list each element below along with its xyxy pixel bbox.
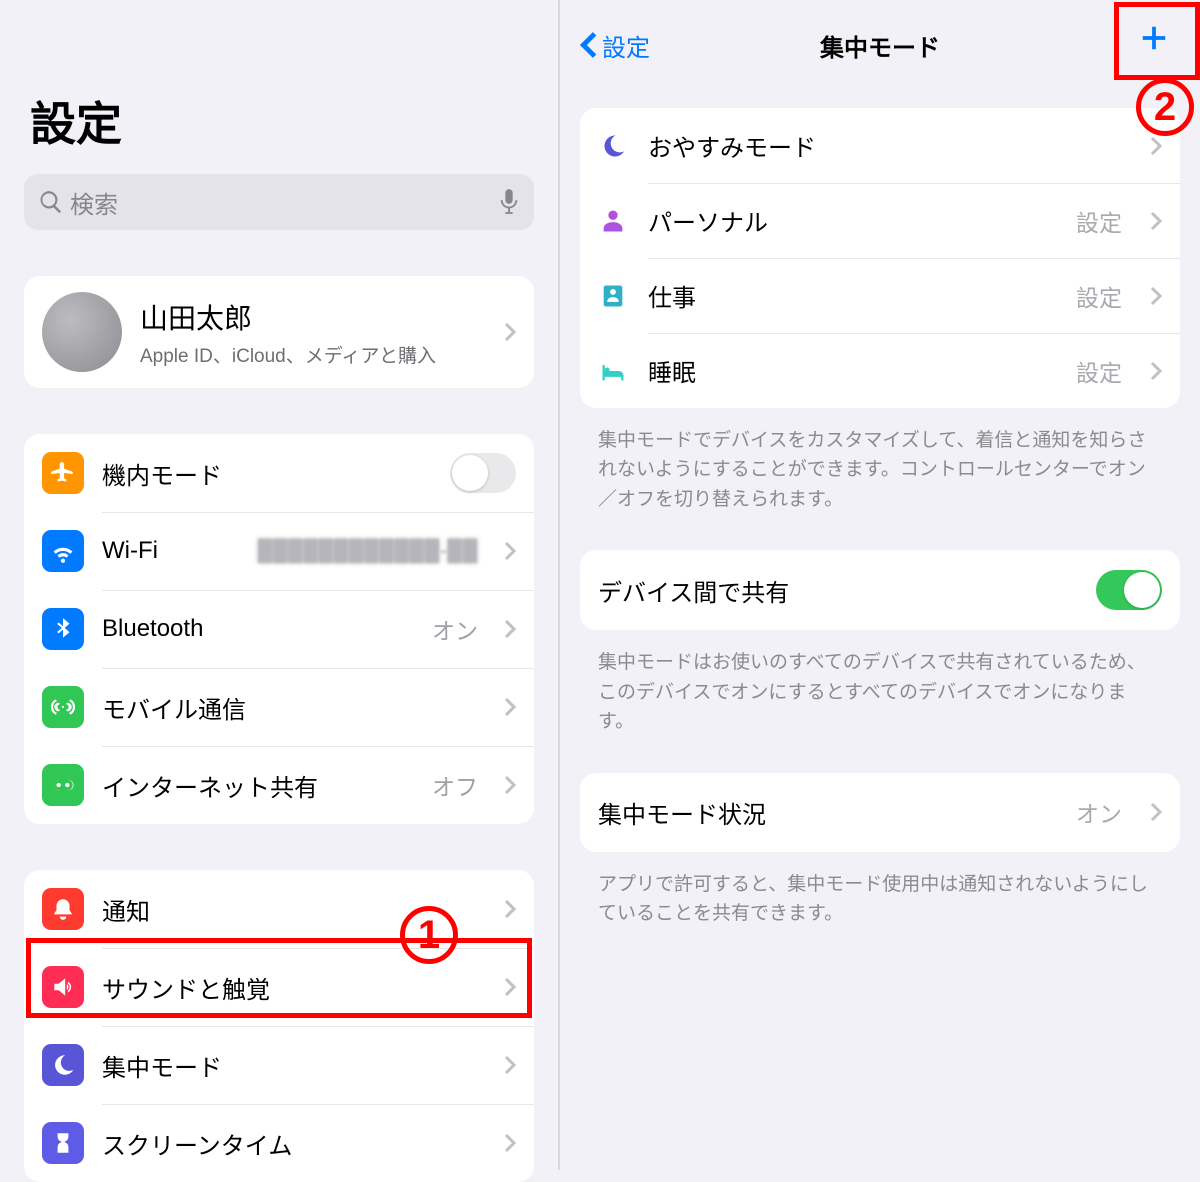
bluetooth-value: オン xyxy=(432,612,478,646)
row-personal[interactable]: パーソナル 設定 xyxy=(580,183,1180,258)
sounds-icon xyxy=(42,966,84,1008)
row-label: 集中モード xyxy=(102,1048,478,1083)
search-placeholder: 検索 xyxy=(70,185,492,220)
chevron-left-icon xyxy=(580,31,598,59)
apple-id-row[interactable]: 山田太郎 Apple ID、iCloud、メディアと購入 xyxy=(24,276,534,388)
row-label: スクリーンタイム xyxy=(102,1126,478,1161)
focus-icon xyxy=(42,1044,84,1086)
back-button[interactable]: 設定 xyxy=(580,28,650,63)
badge-icon xyxy=(598,281,628,311)
focus-detail-pane: 設定 集中モード 2 おやすみモード パーソナル 設定 xyxy=(560,0,1200,1170)
row-focus[interactable]: 集中モード xyxy=(24,1026,534,1104)
page-title: 設定 xyxy=(30,88,528,154)
row-label: デバイス間で共有 xyxy=(598,573,1076,608)
hotspot-value: オフ xyxy=(432,768,478,802)
chevron-right-icon xyxy=(1150,361,1162,381)
chevron-right-icon xyxy=(1150,286,1162,306)
chevron-right-icon xyxy=(504,619,516,639)
row-label: 睡眠 xyxy=(648,353,1056,388)
share-group: デバイス間で共有 xyxy=(580,550,1180,630)
share-footer: 集中モードはお使いのすべてのデバイスで共有されているため、このデバイスでオンにす… xyxy=(580,644,1180,772)
wifi-icon xyxy=(42,530,84,572)
wifi-ssid-value: ████████████-██ xyxy=(258,540,478,563)
mic-icon[interactable] xyxy=(498,188,520,216)
share-toggle[interactable] xyxy=(1096,570,1162,610)
bed-icon xyxy=(598,356,628,386)
settings-list-pane: 設定 検索 山田太郎 Apple ID、iCloud、メディアと購入 機内モード xyxy=(0,0,558,1170)
profile-sub: Apple ID、iCloud、メディアと購入 xyxy=(140,341,478,368)
row-detail: オン xyxy=(1076,795,1122,829)
profile-text: 山田太郎 Apple ID、iCloud、メディアと購入 xyxy=(140,297,478,368)
moon-icon xyxy=(598,131,628,161)
chevron-right-icon xyxy=(504,977,516,997)
focus-modes-group: おやすみモード パーソナル 設定 仕事 設定 睡眠 設定 xyxy=(580,108,1180,408)
row-detail: 設定 xyxy=(1076,204,1122,238)
row-detail: 設定 xyxy=(1076,354,1122,388)
modes-footer: 集中モードでデバイスをカスタマイズして、着信と通知を知らされないようにすることが… xyxy=(580,422,1180,550)
plus-icon xyxy=(1139,23,1169,53)
status-footer: アプリで許可すると、集中モード使用中は通知されないようにしていることを共有できま… xyxy=(580,866,1180,965)
avatar xyxy=(42,292,122,372)
back-label: 設定 xyxy=(602,28,650,63)
row-label: モバイル通信 xyxy=(102,690,478,725)
person-icon xyxy=(598,206,628,236)
chevron-right-icon xyxy=(504,1133,516,1153)
profile-group: 山田太郎 Apple ID、iCloud、メディアと購入 xyxy=(24,276,534,388)
row-sleep[interactable]: 睡眠 設定 xyxy=(580,333,1180,408)
row-label: 通知 xyxy=(102,892,478,927)
airplane-toggle[interactable] xyxy=(450,453,516,493)
row-bluetooth[interactable]: Bluetooth オン xyxy=(24,590,534,668)
network-group: 機内モード Wi-Fi ████████████-██ Bluetooth オン… xyxy=(24,434,534,824)
chevron-right-icon xyxy=(1150,802,1162,822)
chevron-right-icon xyxy=(1150,136,1162,156)
nav-bar: 設定 集中モード xyxy=(580,0,1180,90)
cellular-icon xyxy=(42,686,84,728)
search-container: 検索 xyxy=(24,174,534,230)
row-label: インターネット共有 xyxy=(102,768,414,803)
row-label: パーソナル xyxy=(648,203,1056,238)
chevron-right-icon xyxy=(504,697,516,717)
row-screen-time[interactable]: スクリーンタイム xyxy=(24,1104,534,1182)
system-group: 通知 サウンドと触覚 集中モード スクリーンタイム xyxy=(24,870,534,1182)
screentime-icon xyxy=(42,1122,84,1164)
row-detail: 設定 xyxy=(1076,279,1122,313)
bluetooth-icon xyxy=(42,608,84,650)
row-wifi[interactable]: Wi-Fi ████████████-██ xyxy=(24,512,534,590)
search-icon xyxy=(38,189,64,215)
chevron-right-icon xyxy=(504,322,516,342)
row-airplane-mode[interactable]: 機内モード xyxy=(24,434,534,512)
title-bar: 設定 xyxy=(0,0,558,174)
nav-title: 集中モード xyxy=(820,28,940,63)
row-label: サウンドと触覚 xyxy=(102,970,478,1005)
hotspot-icon xyxy=(42,764,84,806)
row-focus-status[interactable]: 集中モード状況 オン xyxy=(580,773,1180,852)
airplane-icon xyxy=(42,452,84,494)
row-cellular[interactable]: モバイル通信 xyxy=(24,668,534,746)
chevron-right-icon xyxy=(504,1055,516,1075)
row-sounds[interactable]: サウンドと触覚 xyxy=(24,948,534,1026)
profile-name: 山田太郎 xyxy=(140,297,478,337)
row-share-across-devices[interactable]: デバイス間で共有 xyxy=(580,550,1180,630)
row-label: 機内モード xyxy=(102,456,432,491)
chevron-right-icon xyxy=(504,899,516,919)
row-hotspot[interactable]: インターネット共有 オフ xyxy=(24,746,534,824)
row-label: Bluetooth xyxy=(102,615,414,643)
row-dnd[interactable]: おやすみモード xyxy=(580,108,1180,183)
chevron-right-icon xyxy=(1150,211,1162,231)
chevron-right-icon xyxy=(504,541,516,561)
row-label: Wi-Fi xyxy=(102,537,240,565)
notifications-icon xyxy=(42,888,84,930)
search-input[interactable]: 検索 xyxy=(24,174,534,230)
row-label: 仕事 xyxy=(648,278,1056,313)
add-button[interactable] xyxy=(1134,18,1174,58)
row-label: 集中モード状況 xyxy=(598,795,1056,830)
status-group: 集中モード状況 オン xyxy=(580,773,1180,852)
row-label: おやすみモード xyxy=(648,128,1122,163)
row-work[interactable]: 仕事 設定 xyxy=(580,258,1180,333)
row-notifications[interactable]: 通知 xyxy=(24,870,534,948)
chevron-right-icon xyxy=(504,775,516,795)
